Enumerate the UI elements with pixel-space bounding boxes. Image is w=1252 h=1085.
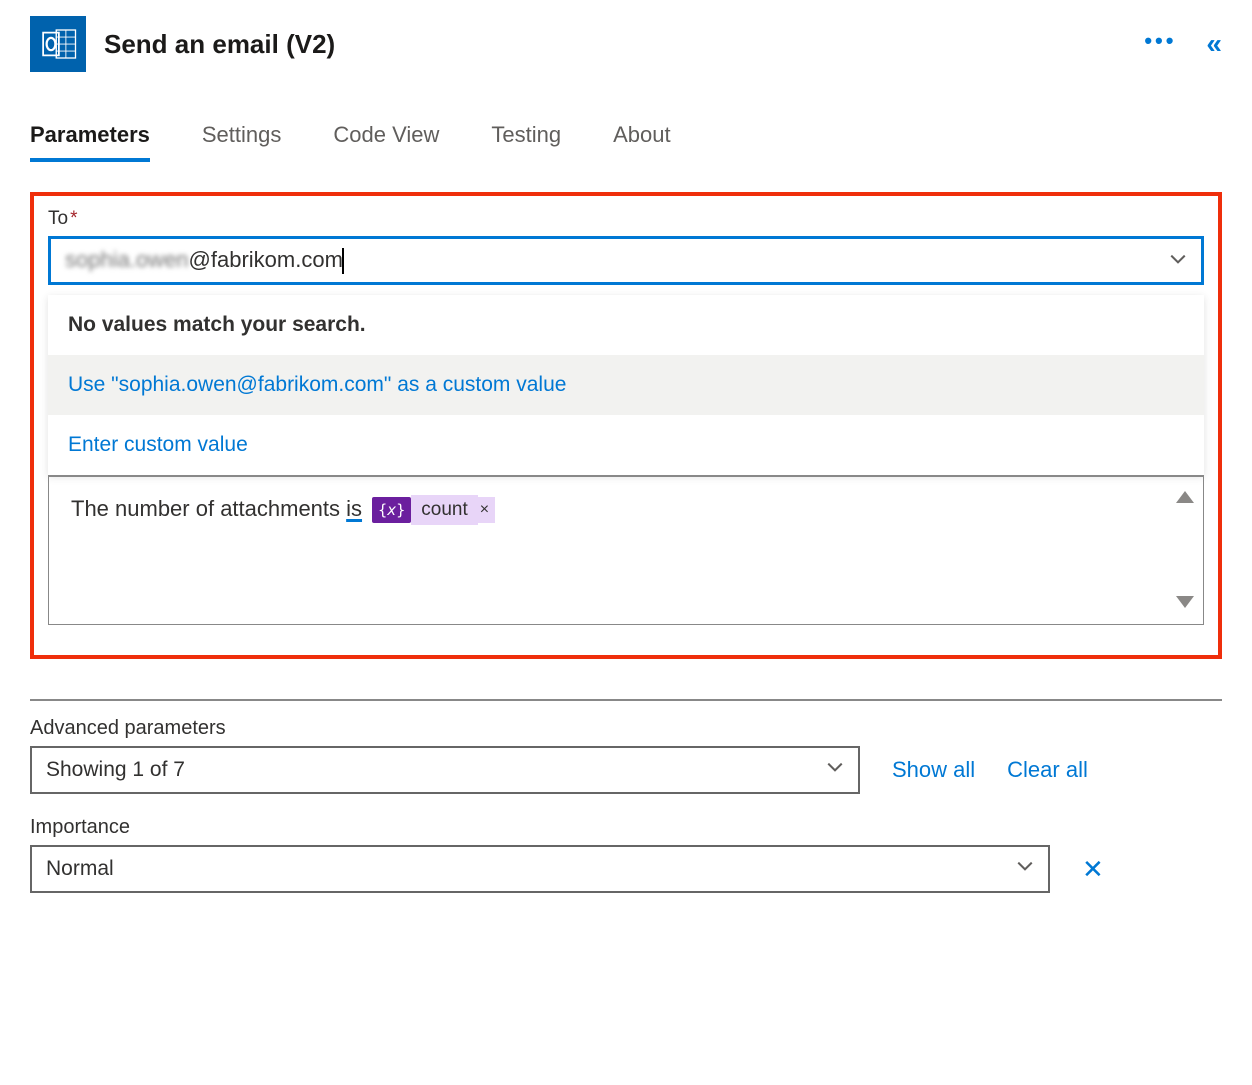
show-all-link[interactable]: Show all <box>892 757 975 783</box>
tab-about[interactable]: About <box>613 122 671 162</box>
chevron-down-icon[interactable] <box>1169 248 1187 274</box>
dropdown-use-custom[interactable]: Use "sophia.owen@fabrikom.com" as a cust… <box>48 355 1204 415</box>
outlook-icon <box>30 16 86 72</box>
dropdown-enter-custom[interactable]: Enter custom value <box>48 415 1204 475</box>
tab-testing[interactable]: Testing <box>491 122 561 162</box>
body-editor[interactable]: The number of attachments is {x} count × <box>48 475 1204 625</box>
importance-value: Normal <box>46 857 114 881</box>
to-value-tail: @fabrikom.com <box>189 247 343 272</box>
token-label: count <box>411 495 477 525</box>
tab-bar: Parameters Settings Code View Testing Ab… <box>30 122 1222 162</box>
advanced-params-select[interactable]: Showing 1 of 7 <box>30 746 860 794</box>
panel-title: Send an email (V2) <box>104 29 1126 60</box>
dropdown-no-match: No values match your search. <box>48 295 1204 355</box>
chevron-down-icon <box>826 758 844 782</box>
token-remove-icon[interactable]: × <box>478 497 495 523</box>
importance-label: Importance <box>30 816 1222 839</box>
tab-settings[interactable]: Settings <box>202 122 282 162</box>
collapse-panel-button[interactable]: « <box>1206 28 1222 60</box>
to-blurred-value: sophia.owen <box>65 247 189 272</box>
remove-importance-button[interactable]: ✕ <box>1082 854 1104 885</box>
body-text: The number of attachments is <box>71 496 362 521</box>
importance-select[interactable]: Normal <box>30 845 1050 893</box>
highlighted-region: To* sophia.owen@fabrikom.com No values m… <box>30 192 1222 659</box>
section-divider <box>30 699 1222 701</box>
to-input[interactable]: sophia.owen@fabrikom.com <box>48 236 1204 285</box>
chevron-down-icon <box>1016 857 1034 881</box>
editor-stepper <box>1167 485 1203 616</box>
expression-token[interactable]: {x} count × <box>372 495 495 525</box>
tab-code-view[interactable]: Code View <box>333 122 439 162</box>
clear-all-link[interactable]: Clear all <box>1007 757 1088 783</box>
to-dropdown: No values match your search. Use "sophia… <box>48 295 1204 475</box>
panel-header: Send an email (V2) ••• « <box>30 8 1222 80</box>
to-label: To* <box>48 208 1204 230</box>
to-label-text: To <box>48 208 68 229</box>
triangle-down-icon[interactable] <box>1174 590 1196 616</box>
tab-parameters[interactable]: Parameters <box>30 122 150 162</box>
to-input-text[interactable]: sophia.owen@fabrikom.com <box>65 247 1169 274</box>
advanced-params-label: Advanced parameters <box>30 717 1222 740</box>
more-options-button[interactable]: ••• <box>1144 30 1176 58</box>
advanced-params-summary: Showing 1 of 7 <box>46 758 185 782</box>
fx-icon: {x} <box>372 497 411 523</box>
triangle-up-icon[interactable] <box>1174 485 1196 511</box>
